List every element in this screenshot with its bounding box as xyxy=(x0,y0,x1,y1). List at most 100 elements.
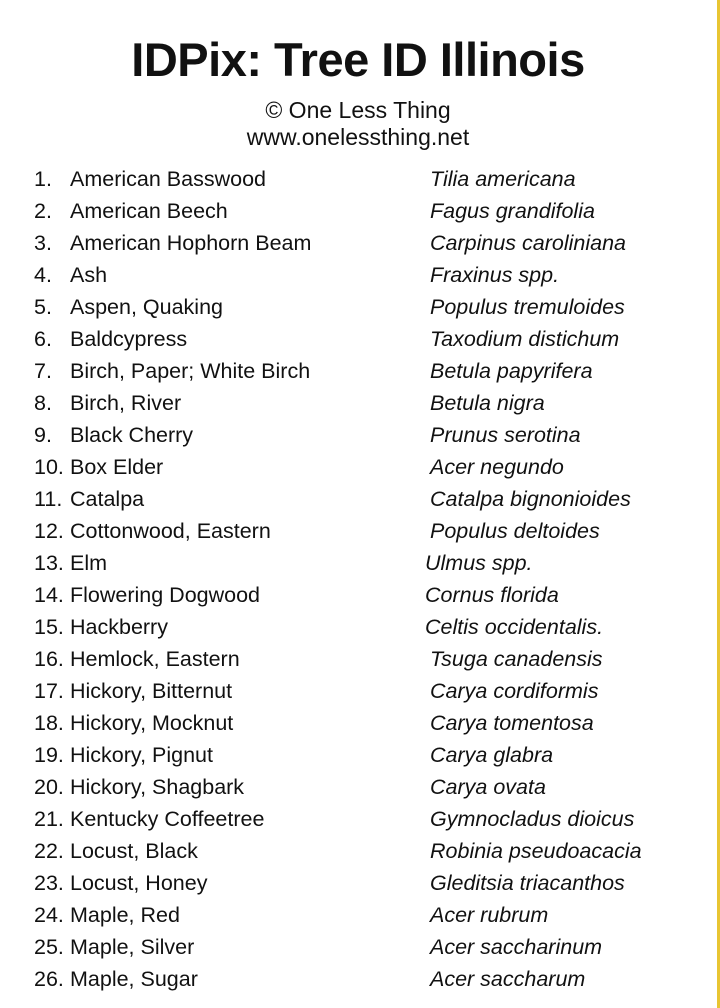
tree-list-item: 13. Elm Ulmus spp. xyxy=(0,547,716,579)
item-number: 16. xyxy=(34,647,64,671)
item-number: 3. xyxy=(34,231,52,255)
common-name: American Beech xyxy=(70,199,228,223)
scientific-name: Gleditsia triacanthos xyxy=(430,871,625,895)
common-name: Hackberry xyxy=(70,615,168,639)
scientific-name: Betula papyrifera xyxy=(430,359,593,383)
tree-list-item: 3. American Hophorn Beam Carpinus carolini… xyxy=(0,227,716,259)
scientific-name: Betula nigra xyxy=(430,391,545,415)
item-number: 12. xyxy=(34,519,64,543)
scientific-name: Tilia americana xyxy=(430,167,576,191)
tree-list-item: 23. Locust, Honey Gleditsia triacanthos xyxy=(0,867,716,899)
common-name: Aspen, Quaking xyxy=(70,295,223,319)
tree-list-item: 7. Birch, Paper; White Birch Betula papyri… xyxy=(0,355,716,387)
scientific-name: Fagus grandifolia xyxy=(430,199,595,223)
item-number: 1. xyxy=(34,167,52,191)
website-url: www.onelessthing.net xyxy=(246,124,470,150)
tree-list-item: 2. American Beech Fagus grandifolia xyxy=(0,195,716,227)
tree-list-item: 10. Box Elder Acer negundo xyxy=(0,451,716,483)
common-name: Hickory, Pignut xyxy=(70,743,213,767)
scientific-name: Populus tremuloides xyxy=(430,295,625,319)
common-name: Flowering Dogwood xyxy=(70,583,261,607)
tree-list: 1. American Basswood Tilia americana 2. Amer… xyxy=(0,163,716,995)
common-name: Hickory, Shagbark xyxy=(70,775,245,799)
common-name: Maple, Red xyxy=(70,903,180,927)
common-name: Maple, Silver xyxy=(70,935,195,959)
common-name: Black Cherry xyxy=(70,423,194,447)
tree-list-item: 12. Cottonwood, Eastern Populus deltoides xyxy=(0,515,716,547)
item-number: 4. xyxy=(34,263,52,287)
common-name: Elm xyxy=(70,551,108,575)
tree-list-item: 25. Maple, Silver Acer saccharinum xyxy=(0,931,716,963)
tree-list-item: 22. Locust, Black Robinia pseudoacacia xyxy=(0,835,716,867)
item-number: 6. xyxy=(34,327,52,351)
tree-list-item: 21. Kentucky Coffeetree Gymnocladus dioicu… xyxy=(0,803,716,835)
common-name: Birch, Paper; White Birch xyxy=(70,359,311,383)
item-number: 22. xyxy=(34,839,64,863)
scientific-name: Carya ovata xyxy=(430,775,546,799)
copyright-text: © One Less Thing xyxy=(265,97,451,123)
item-number: 14. xyxy=(34,583,64,607)
common-name: American Basswood xyxy=(70,167,266,191)
scientific-name: Robinia pseudoacacia xyxy=(430,839,642,863)
tree-list-item: 26. Maple, Sugar Acer saccharum xyxy=(0,963,716,995)
tree-list-item: 18. Hickory, Mocknut Carya tomentosa xyxy=(0,707,716,739)
item-number: 15. xyxy=(34,615,64,639)
scientific-name: Acer saccharinum xyxy=(430,935,603,959)
item-number: 9. xyxy=(34,423,52,447)
common-name: American Hophorn Beam xyxy=(70,231,312,255)
scientific-name: Celtis occidentalis. xyxy=(425,615,604,639)
common-name: Ash xyxy=(70,263,108,287)
common-name: Box Elder xyxy=(70,455,164,479)
scientific-name: Gymnocladus dioicus xyxy=(430,807,635,831)
tree-list-item: 11. Catalpa Catalpa bignonioides xyxy=(0,483,716,515)
item-number: 21. xyxy=(34,807,64,831)
page-title: IDPix: Tree ID Illinois xyxy=(131,33,585,86)
tree-list-item: 24. Maple, Red Acer rubrum xyxy=(0,899,716,931)
item-number: 11. xyxy=(34,487,63,511)
scientific-name: Taxodium distichum xyxy=(430,327,620,351)
common-name: Birch, River xyxy=(70,391,182,415)
scientific-name: Carya tomentosa xyxy=(430,711,594,735)
common-name: Hickory, Bitternut xyxy=(70,679,233,703)
common-name: Cottonwood, Eastern xyxy=(70,519,271,543)
tree-list-item: 5. Aspen, Quaking Populus tremuloides xyxy=(0,291,716,323)
item-number: 10. xyxy=(34,455,64,479)
common-name: Maple, Sugar xyxy=(70,967,198,991)
scientific-name: Populus deltoides xyxy=(430,519,600,543)
common-name: Kentucky Coffeetree xyxy=(70,807,265,831)
tree-list-item: 16. Hemlock, Eastern Tsuga canadensis xyxy=(0,643,716,675)
tree-list-item: 19. Hickory, Pignut Carya glabra xyxy=(0,739,716,771)
tree-list-item: 20. Hickory, Shagbark Carya ovata xyxy=(0,771,716,803)
tree-list-item: 15. Hackberry Celtis occidentalis. xyxy=(0,611,716,643)
item-number: 17. xyxy=(34,679,64,703)
scientific-name: Carya cordiformis xyxy=(430,679,599,703)
common-name: Hickory, Mocknut xyxy=(70,711,234,735)
item-number: 7. xyxy=(34,359,52,383)
tree-list-item: 14. Flowering Dogwood Cornus florida xyxy=(0,579,716,611)
scientific-name: Prunus serotina xyxy=(430,423,581,447)
scientific-name: Acer saccharum xyxy=(430,967,586,991)
item-number: 20. xyxy=(34,775,64,799)
tree-list-item: 17. Hickory, Bitternut Carya cordiformis xyxy=(0,675,716,707)
scientific-name: Carpinus caroliniana xyxy=(430,231,626,255)
tree-list-item: 8. Birch, River Betula nigra xyxy=(0,387,716,419)
tree-list-item: 9. Black Cherry Prunus serotina xyxy=(0,419,716,451)
item-number: 26. xyxy=(34,967,64,991)
common-name: Hemlock, Eastern xyxy=(70,647,240,671)
scientific-name: Carya glabra xyxy=(430,743,554,767)
scientific-name: Acer rubrum xyxy=(430,903,549,927)
common-name: Locust, Black xyxy=(70,839,198,863)
common-name: Baldcypress xyxy=(70,327,188,351)
item-number: 13. xyxy=(34,551,64,575)
tree-list-item: 6. Baldcypress Taxodium distichum xyxy=(0,323,716,355)
item-number: 5. xyxy=(34,295,52,319)
scientific-name: Acer negundo xyxy=(430,455,564,479)
common-name: Locust, Honey xyxy=(70,871,208,895)
tree-list-item: 1. American Basswood Tilia americana xyxy=(0,163,716,195)
item-number: 2. xyxy=(34,199,52,223)
scientific-name: Ulmus spp. xyxy=(425,551,533,575)
scientific-name: Cornus florida xyxy=(425,583,559,607)
item-number: 8. xyxy=(34,391,52,415)
scientific-name: Fraxinus spp. xyxy=(430,263,560,287)
scientific-name: Tsuga canadensis xyxy=(430,647,603,671)
